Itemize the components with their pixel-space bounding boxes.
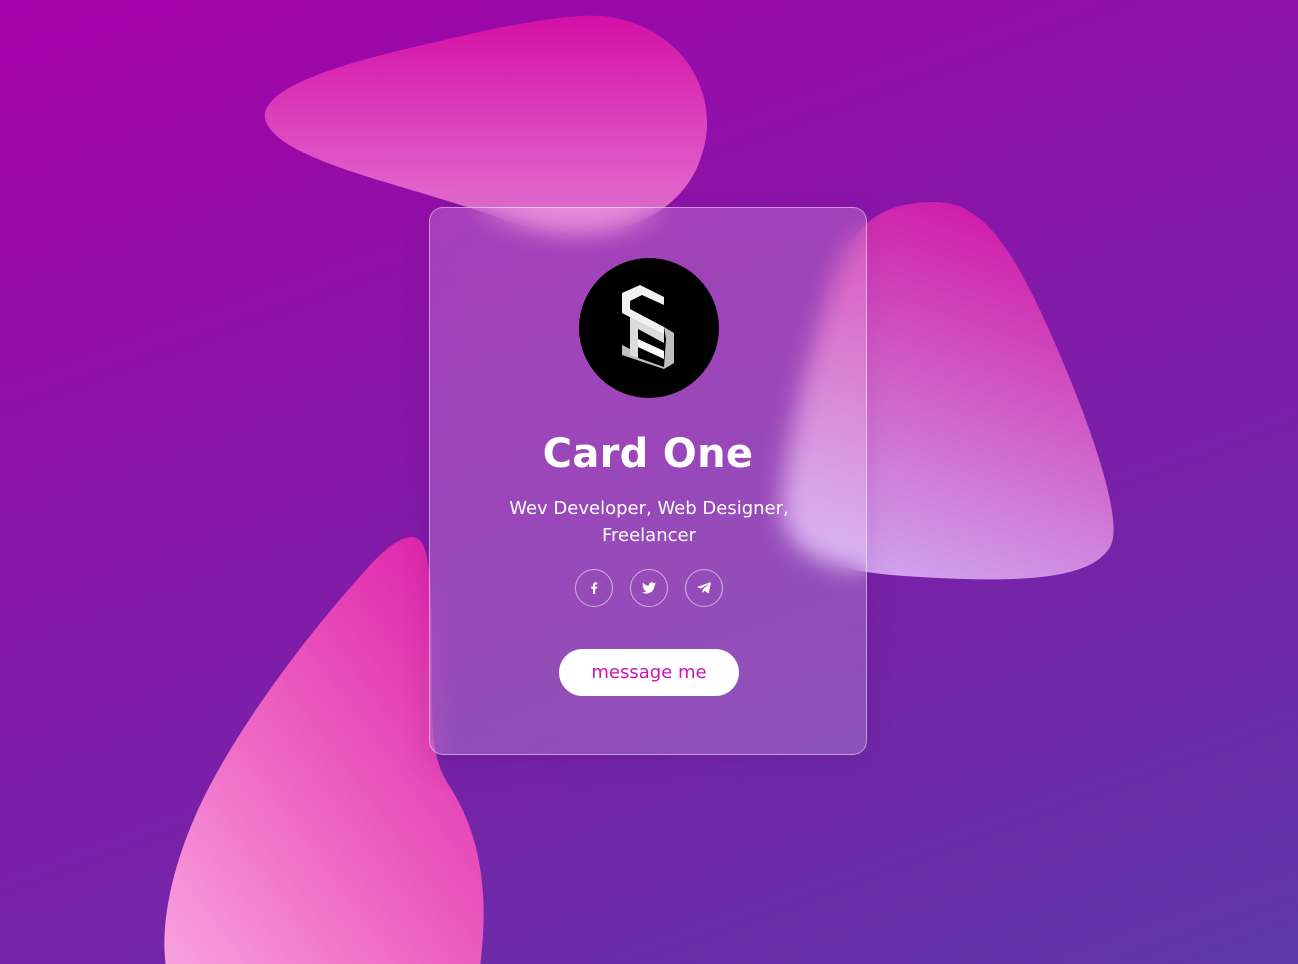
avatar: [579, 258, 719, 398]
telegram-link[interactable]: [685, 569, 723, 607]
telegram-icon: [697, 582, 711, 594]
brand-logo-icon: [622, 285, 674, 369]
facebook-icon: [591, 582, 598, 594]
card-title: Card One: [542, 431, 754, 477]
profile-card: Card One Wev Developer, Web Designer, Fr…: [429, 207, 867, 755]
twitter-link[interactable]: [630, 569, 668, 607]
social-links: [575, 569, 723, 609]
facebook-link[interactable]: [575, 569, 613, 607]
twitter-icon: [642, 582, 656, 594]
message-me-button[interactable]: message me: [559, 649, 739, 696]
card-subtitle: Wev Developer, Web Designer, Freelancer: [509, 498, 789, 546]
